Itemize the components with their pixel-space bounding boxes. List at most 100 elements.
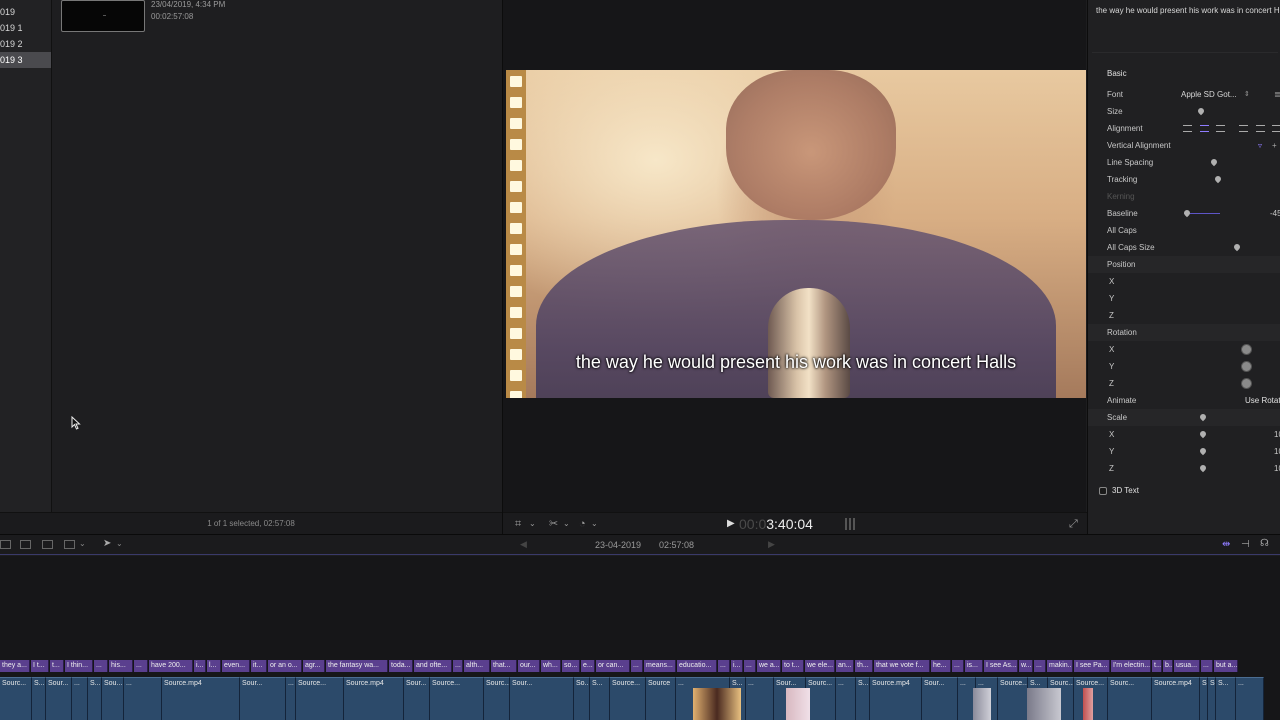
skimming-icon[interactable]: ⇹ [1222,539,1230,550]
title-clip[interactable]: to t... [782,660,804,672]
video-clip[interactable]: ... [1236,677,1264,720]
scale-z-knob[interactable] [1198,463,1208,473]
video-clip[interactable]: Sour... [510,677,574,720]
title-clip[interactable]: even... [222,660,250,672]
overwrite-clip-icon[interactable] [64,540,75,549]
position-section[interactable]: Position [1088,256,1280,273]
insert-clip-icon[interactable] [20,540,31,549]
video-clip[interactable]: S... [88,677,102,720]
justify-right-icon[interactable] [1272,125,1280,132]
all-caps-size-slider-knob[interactable] [1232,242,1242,252]
title-clip[interactable]: wh... [541,660,561,672]
scale-y-value[interactable]: 10 [1274,443,1280,460]
video-clip[interactable]: Sour... [240,677,286,720]
video-clip[interactable]: Sourc... [484,677,510,720]
line-spacing-slider-knob[interactable] [1209,157,1219,167]
title-clip[interactable]: but a... [1214,660,1238,672]
video-clip[interactable]: Source... [430,677,484,720]
title-clip[interactable]: t... [50,660,64,672]
title-clip[interactable]: ... [631,660,643,672]
baseline-value[interactable]: -45 [1270,205,1280,222]
video-clip[interactable]: S... [856,677,870,720]
title-clip[interactable]: we ele... [805,660,835,672]
event-item[interactable]: 019 1 [0,20,51,36]
justify-center-icon[interactable] [1256,125,1265,132]
video-clip[interactable]: Source... [610,677,646,720]
video-clip[interactable]: Source [646,677,676,720]
inspector-text-field[interactable]: the way he would present his work was in… [1096,6,1280,15]
timecode-display[interactable]: 00:03:40:04 [739,516,813,532]
title-clip[interactable]: toda... [389,660,413,672]
chevron-updown-icon[interactable]: ⇕ [1244,86,1250,103]
section-basic[interactable]: Basic [1088,65,1280,82]
rotation-section[interactable]: Rotation [1088,324,1280,341]
align-right-icon[interactable] [1216,125,1225,132]
chevron-down-icon[interactable]: ⌄ [591,517,598,531]
title-clip[interactable]: alth... [464,660,490,672]
valign-top-icon[interactable]: ▿ [1258,137,1262,154]
scale-x-knob[interactable] [1198,429,1208,439]
video-clip[interactable]: Sourc... [1108,677,1152,720]
justify-left-icon[interactable] [1239,125,1248,132]
title-clip[interactable]: ... [453,660,463,672]
title-clip[interactable]: ... [952,660,964,672]
title-clip[interactable]: ... [1201,660,1213,672]
video-clip[interactable]: ... [286,677,296,720]
title-clip[interactable]: usua... [1174,660,1200,672]
title-clip[interactable]: he... [931,660,951,672]
title-clip[interactable]: makin... [1047,660,1073,672]
video-clip[interactable]: Source.mp4 [162,677,240,720]
title-clip[interactable]: and ofte... [414,660,452,672]
tracking-slider-knob[interactable] [1213,174,1223,184]
valign-middle-icon[interactable]: + [1272,137,1277,154]
title-clip[interactable]: I'm electin... [1111,660,1151,672]
title-clip[interactable]: our... [518,660,540,672]
video-clip[interactable]: ... [746,677,774,720]
title-clip[interactable]: is... [965,660,983,672]
video-clip[interactable]: S... [590,677,610,720]
title-clip[interactable]: educatio... [677,660,717,672]
title-clip[interactable]: i... [731,660,743,672]
crop-icon[interactable]: ⌗ [515,517,521,531]
title-clip[interactable]: t... [1152,660,1162,672]
video-clip[interactable]: So... [574,677,590,720]
title-clip[interactable]: the fantasy wa... [326,660,388,672]
title-clip[interactable]: I thin... [65,660,93,672]
title-clip[interactable]: I t... [31,660,49,672]
title-clip[interactable]: or can... [596,660,630,672]
title-clip[interactable]: e... [581,660,595,672]
headphones-icon[interactable]: ☊ [1260,538,1269,549]
title-clip[interactable]: ... [94,660,108,672]
chevron-down-icon[interactable]: ⌄ [79,539,86,548]
select-tool-icon[interactable]: ➤ [103,538,111,549]
video-clip[interactable]: Sour... [922,677,958,720]
font-options-icon[interactable]: ≣ [1274,86,1280,103]
video-clip[interactable]: Sour... [404,677,430,720]
title-clip[interactable]: have 200... [149,660,193,672]
video-clip[interactable]: Source... [998,677,1028,720]
title-clip[interactable]: I see As... [984,660,1018,672]
title-clip[interactable]: b... [1163,660,1173,672]
title-clip[interactable]: we a... [757,660,781,672]
append-clip-icon[interactable] [42,540,53,549]
speed-icon[interactable]: ◔ [579,517,586,531]
align-left-icon[interactable] [1183,125,1192,132]
title-clip[interactable]: that we vote f... [874,660,930,672]
scale-slider-knob[interactable] [1198,412,1208,422]
rotation-dial-icon[interactable] [1241,361,1252,372]
video-clip[interactable]: Sourc... [0,677,32,720]
video-clip[interactable]: ... [836,677,856,720]
video-clip[interactable]: Source.mp4 [1152,677,1200,720]
video-clip[interactable]: S [1200,677,1208,720]
baseline-slider-knob[interactable] [1182,208,1192,218]
video-clip[interactable]: ... [124,677,162,720]
scale-y-knob[interactable] [1198,446,1208,456]
title-clip[interactable]: ... [744,660,756,672]
rotation-dial-icon[interactable] [1241,344,1252,355]
scale-x-value[interactable]: 10 [1274,426,1280,443]
previous-icon[interactable]: ◀ [520,539,527,550]
chevron-down-icon[interactable]: ⌄ [116,539,123,548]
title-clip[interactable]: that... [491,660,517,672]
video-clip[interactable]: Sou... [102,677,124,720]
title-clip[interactable]: ... [1034,660,1046,672]
